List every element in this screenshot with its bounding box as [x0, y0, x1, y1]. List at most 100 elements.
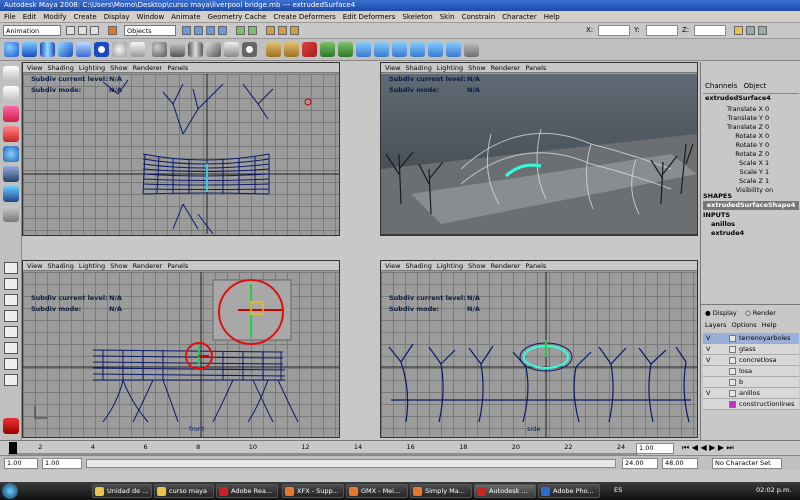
nurbs-circle-icon[interactable]	[112, 42, 127, 57]
layer-color-swatch[interactable]	[729, 357, 736, 364]
nurbs-cylinder-icon[interactable]	[40, 42, 55, 57]
layer-row[interactable]: constructionlines	[703, 399, 799, 410]
panel-menu-lighting[interactable]: Lighting	[79, 262, 105, 270]
attribute-value[interactable]: 1	[765, 159, 769, 167]
paint-select-tool-icon[interactable]	[3, 106, 19, 122]
object-name[interactable]: extrudedSurface4	[703, 93, 799, 103]
birail-icon[interactable]	[338, 42, 353, 57]
current-frame-field[interactable]: 1.00	[636, 443, 674, 454]
nurbs-sphere-icon[interactable]	[4, 42, 19, 57]
rebuild-surface-icon[interactable]	[446, 42, 461, 57]
task-autodesk[interactable]: Autodesk ...	[474, 484, 536, 498]
menu-constrain[interactable]: Constrain	[462, 13, 496, 21]
snap-curve-icon[interactable]	[194, 26, 203, 35]
panel-menu-renderer[interactable]: Renderer	[133, 64, 163, 72]
panel-menu-view[interactable]: View	[385, 262, 400, 270]
panel-menu-panels[interactable]: Panels	[167, 64, 188, 72]
z-field[interactable]	[694, 25, 726, 36]
manipulator-tool-icon[interactable]	[3, 186, 19, 202]
nurbs-cube-icon[interactable]	[22, 42, 37, 57]
character-set-dropdown[interactable]: No Character Set	[712, 458, 782, 469]
attribute-row[interactable]: Scale X1	[701, 159, 800, 168]
scale-tool-icon[interactable]	[3, 166, 19, 182]
last-tool-icon[interactable]	[3, 206, 19, 222]
attribute-row[interactable]: Rotate X0	[701, 132, 800, 141]
planar-icon[interactable]	[320, 42, 335, 57]
layout-four-icon[interactable]	[4, 278, 18, 290]
panel-menu-shading[interactable]: Shading	[405, 64, 431, 72]
extrude-icon[interactable]	[302, 42, 317, 57]
viewport-canvas-top[interactable]: Subdiv current level: N/A Subdiv mode: N…	[23, 74, 339, 235]
layer-menu-help[interactable]: Help	[762, 321, 777, 329]
boolean-icon[interactable]	[356, 42, 371, 57]
menu-modify[interactable]: Modify	[43, 13, 66, 21]
layout-single-icon[interactable]	[4, 262, 18, 274]
layer-row[interactable]: Vconcretlosa	[703, 355, 799, 366]
lasso-tool-icon[interactable]	[3, 86, 19, 102]
save-scene-icon[interactable]	[90, 26, 99, 35]
menu-character[interactable]: Character	[502, 13, 537, 21]
attribute-row[interactable]: Rotate Y0	[701, 141, 800, 150]
attribute-row[interactable]: Rotate Z0	[701, 150, 800, 159]
attribute-row[interactable]: Scale Z1	[701, 177, 800, 186]
panel-menu-show[interactable]: Show	[468, 64, 486, 72]
attribute-value[interactable]: 0	[765, 132, 769, 140]
panel-menu-panels[interactable]: Panels	[525, 262, 546, 270]
poly-cylinder-icon[interactable]	[188, 42, 203, 57]
menu-skin[interactable]: Skin	[440, 13, 455, 21]
render-frame-icon[interactable]	[266, 26, 275, 35]
task-adobe-photoshop[interactable]: Adobe Pho...	[538, 484, 600, 498]
poly-torus-icon[interactable]	[242, 42, 257, 57]
attribute-value[interactable]: 1	[765, 168, 769, 176]
input-anillos[interactable]: anillos	[711, 220, 735, 228]
output-ops-icon[interactable]	[248, 26, 257, 35]
snap-grid-icon[interactable]	[182, 26, 191, 35]
poly-cone-icon[interactable]	[206, 42, 221, 57]
task-curso-maya[interactable]: curso maya	[154, 484, 214, 498]
attribute-value[interactable]: 1	[765, 177, 769, 185]
x-field[interactable]	[598, 25, 630, 36]
language-indicator[interactable]: ES	[614, 486, 622, 494]
layout-hypershade-icon[interactable]	[4, 326, 18, 338]
menu-create-deformers[interactable]: Create Deformers	[273, 13, 335, 21]
task-simply-maya[interactable]: Simply Ma...	[410, 484, 472, 498]
viewport-canvas-front[interactable]: Subdiv current level: N/A Subdiv mode: N…	[23, 272, 339, 437]
shelf-menu-icon[interactable]	[464, 42, 479, 57]
selection-mode-dropdown[interactable]: Objects	[124, 25, 176, 36]
layer-menu-options[interactable]: Options	[732, 321, 757, 329]
panel-menu-lighting[interactable]: Lighting	[437, 262, 463, 270]
menu-display[interactable]: Display	[104, 13, 130, 21]
layer-row[interactable]: Vanillos	[703, 388, 799, 399]
detach-icon[interactable]	[392, 42, 407, 57]
render-settings-icon[interactable]	[290, 26, 299, 35]
panel-menu-renderer[interactable]: Renderer	[133, 262, 163, 270]
attribute-row[interactable]: Translate Y0	[701, 114, 800, 123]
layer-row[interactable]: losa	[703, 366, 799, 377]
layer-visibility-toggle[interactable]: V	[706, 344, 716, 355]
layout-persp-hypershade-icon[interactable]	[4, 342, 18, 354]
viewport-canvas-side[interactable]: Subdiv current level: N/A Subdiv mode: N…	[381, 272, 697, 437]
attribute-editor-icon[interactable]	[734, 26, 743, 35]
panel-menu-view[interactable]: View	[385, 64, 400, 72]
viewport-persp[interactable]: View Shading Lighting Show Renderer Pane…	[380, 62, 698, 236]
panel-menu-panels[interactable]: Panels	[167, 262, 188, 270]
revolve-icon[interactable]	[284, 42, 299, 57]
layer-color-swatch[interactable]	[729, 346, 736, 353]
input-extrude4[interactable]: extrude4	[711, 229, 744, 237]
project-curve-icon[interactable]	[410, 42, 425, 57]
range-bar[interactable]	[86, 459, 616, 468]
attribute-value[interactable]: 0	[765, 105, 769, 113]
trim-tool-icon[interactable]	[428, 42, 443, 57]
layer-visibility-toggle[interactable]: V	[706, 355, 716, 366]
layer-menu-layers[interactable]: Layers	[705, 321, 727, 329]
select-tool-icon[interactable]	[3, 66, 19, 82]
shape-name[interactable]: extrudedSurfaceShape4	[703, 201, 799, 210]
menu-help[interactable]: Help	[544, 13, 560, 21]
time-slider[interactable]: 1 2 4 6 8 10 12 14 16 18 20 22 24 1.00 ⏮ ◀ ◀ ▶ ▶ ⏭	[0, 440, 800, 455]
layer-row[interactable]: Vglass	[703, 344, 799, 355]
nurbs-plane-icon[interactable]	[76, 42, 91, 57]
panel-menu-lighting[interactable]: Lighting	[79, 64, 105, 72]
poly-cube-icon[interactable]	[170, 42, 185, 57]
layout-graph-icon[interactable]	[4, 374, 18, 386]
attribute-value[interactable]: 0	[765, 150, 769, 158]
